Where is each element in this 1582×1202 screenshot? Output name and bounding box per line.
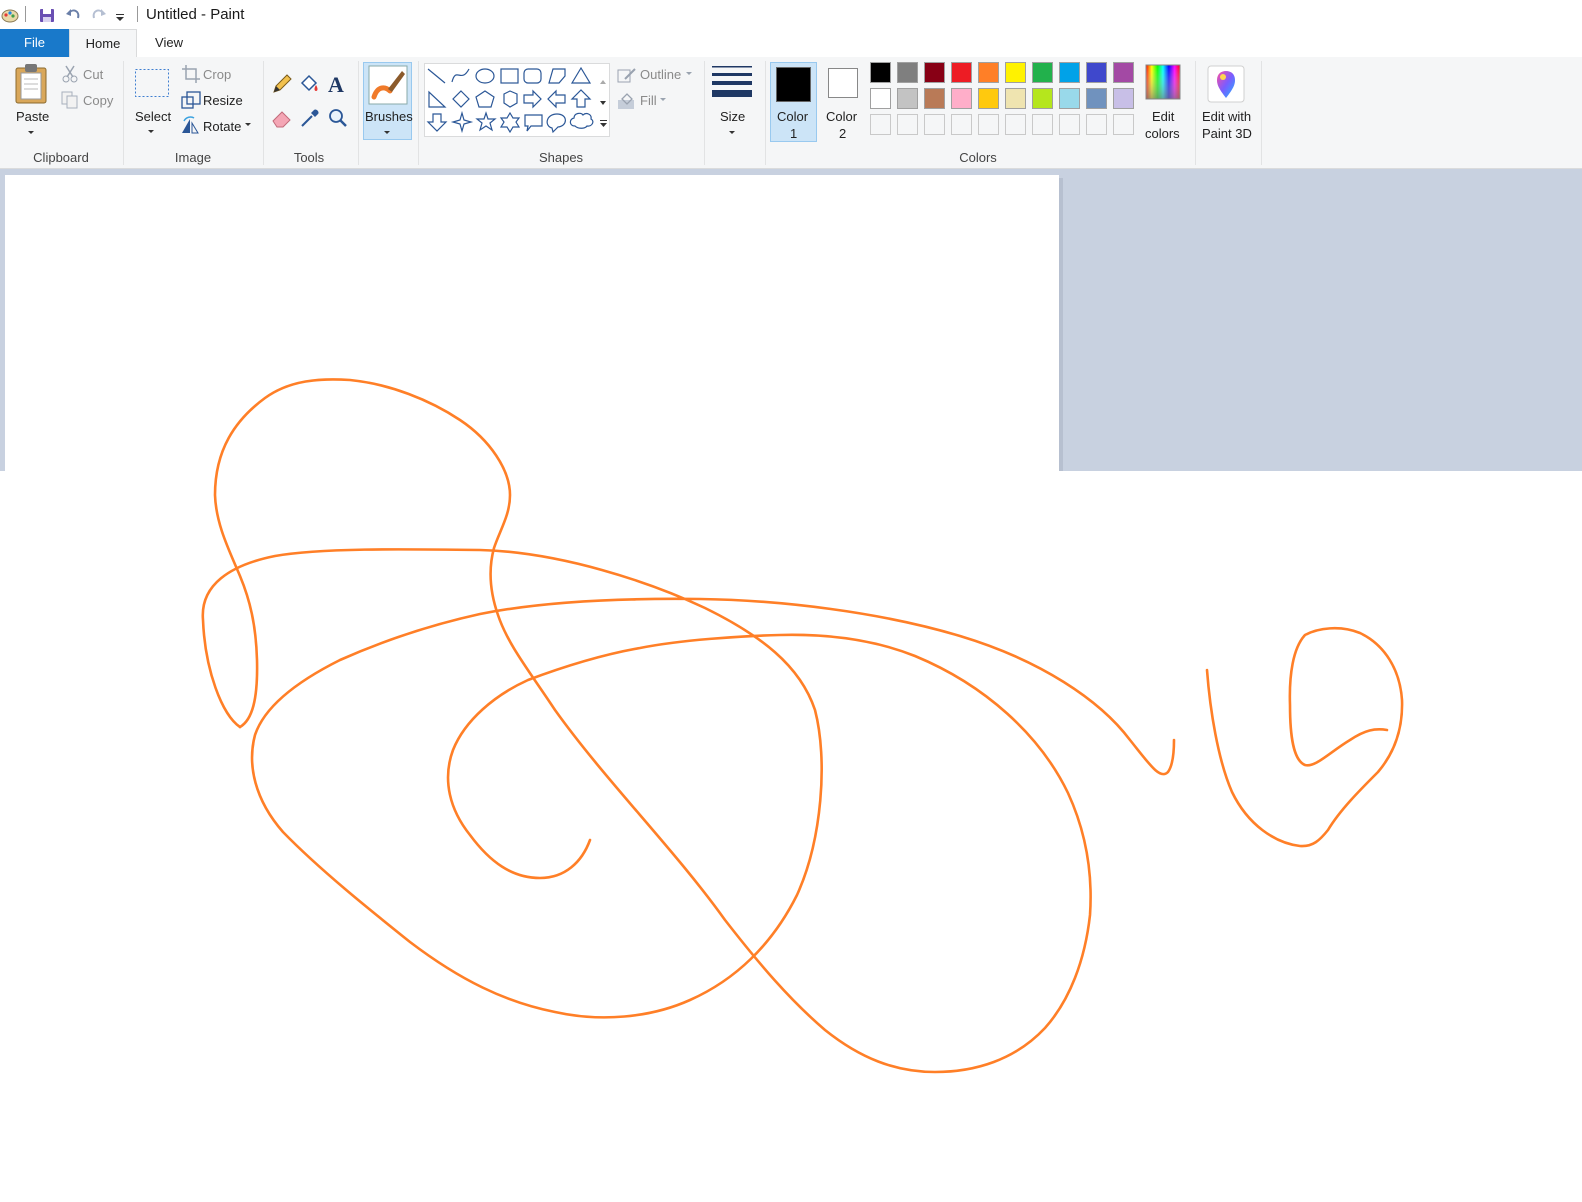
- brush-stroke: [213, 378, 1092, 1074]
- brush-stroke: [201, 548, 1176, 1019]
- brush-stroke: [1205, 626, 1404, 848]
- brush-strokes-layer: [201, 378, 1404, 1074]
